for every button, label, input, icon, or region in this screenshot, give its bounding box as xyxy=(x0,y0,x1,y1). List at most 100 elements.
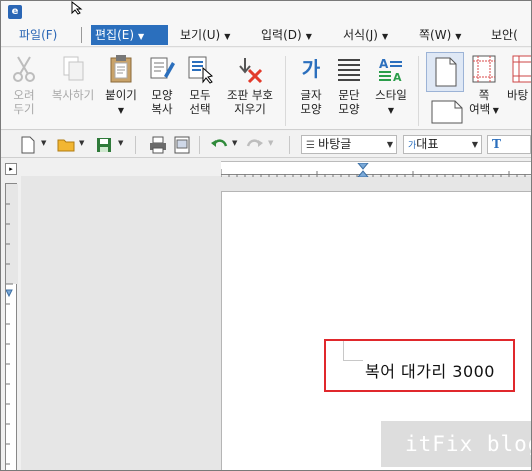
select-all-label-2: 선택 xyxy=(189,102,211,116)
menu-edit[interactable]: 편집(E) ▼ xyxy=(91,25,168,45)
standard-toolbar: ▼ ▼ ▼ ▼ ▼ ☰ 바탕글 ▼ 가대표 ▼ T xyxy=(1,131,531,158)
ribbon-divider xyxy=(418,56,419,126)
select-all-label-1: 모두 xyxy=(189,88,211,102)
open-folder-icon[interactable] xyxy=(57,136,75,154)
chevron-down-icon: ▼ xyxy=(381,32,389,41)
copy-button[interactable]: 복사하기 xyxy=(47,54,99,102)
shape-copy-label-2: 복사 xyxy=(151,102,173,116)
menu-insert[interactable]: 입력(D) ▼ xyxy=(261,25,312,45)
page-margin-label-1: 쪽 xyxy=(478,88,490,102)
menu-format[interactable]: 서식(J) ▼ xyxy=(343,25,388,45)
char-shape-button[interactable]: 가 글자 모양 xyxy=(296,54,326,116)
erase-marks-icon xyxy=(223,54,277,84)
font-select-value: 대표 xyxy=(416,137,439,151)
new-document-icon[interactable] xyxy=(21,136,35,154)
app-icon[interactable]: e xyxy=(8,5,22,19)
blog-watermark: itFix blog xyxy=(381,421,531,467)
shape-copy-label-1: 모양 xyxy=(151,88,173,102)
shape-copy-button[interactable]: 모양 복사 xyxy=(147,54,177,116)
style-select[interactable]: ☰ 바탕글 ▼ xyxy=(301,135,397,154)
chevron-down-icon[interactable]: ▼ xyxy=(138,32,144,41)
toolbar-divider xyxy=(289,136,290,154)
ruler-ticks xyxy=(5,184,18,465)
menu-bar: 파일(F) 편집(E) ▼ 보기(U) ▼ 입력(D) ▼ 서식(J) ▼ 쪽(W) ▼ … xyxy=(1,23,531,47)
menu-view[interactable]: 보기(U) ▼ xyxy=(180,25,230,45)
menu-security[interactable]: 보안( xyxy=(491,25,518,45)
style-icon: AA xyxy=(371,54,411,84)
page-icon xyxy=(435,57,457,87)
page-margin-button[interactable]: 쪽 여백 ▼ xyxy=(469,54,499,118)
erase-marks-label-1: 조판 부호 xyxy=(227,88,273,102)
erase-marks-button[interactable]: 조판 부호 지우기 xyxy=(223,54,277,116)
menu-format-label: 서식(J) xyxy=(343,28,378,42)
para-shape-label-1: 문단 xyxy=(338,88,360,102)
svg-text:A: A xyxy=(379,57,389,71)
chevron-down-icon: ▼ xyxy=(471,140,478,149)
menu-view-label: 보기(U) xyxy=(180,28,221,42)
copy-label: 복사하기 xyxy=(51,88,95,102)
ruler-ticks xyxy=(220,162,526,178)
chevron-down-icon: ▼ xyxy=(386,140,393,149)
char-shape-label-2: 모양 xyxy=(300,102,322,116)
menu-file[interactable]: 파일(F) xyxy=(19,25,57,45)
print-icon[interactable] xyxy=(149,136,167,154)
ruler-corner-button[interactable]: ▸ xyxy=(5,163,17,175)
chevron-down-icon: ▼ xyxy=(268,139,274,147)
page-background-icon xyxy=(507,54,531,84)
ribbon: 오려 두기 복사하기 붙이기 ▼ 모양 복사 모두 선택 조판 부호 지우기 가… xyxy=(1,48,531,130)
chevron-down-icon[interactable]: ▼ xyxy=(232,139,237,147)
chevron-down-icon: ▼ xyxy=(224,32,231,41)
page-landscape-icon[interactable] xyxy=(431,100,463,124)
menu-divider xyxy=(81,27,82,43)
cut-button[interactable]: 오려 두기 xyxy=(9,54,39,116)
copy-icon xyxy=(47,54,99,84)
select-all-button[interactable]: 모두 선택 xyxy=(185,54,215,116)
title-bar: e xyxy=(1,1,531,23)
char-shape-icon: 가 xyxy=(296,54,326,84)
chevron-down-icon[interactable]: ▼ xyxy=(79,139,84,147)
char-shape-label-1: 글자 xyxy=(300,88,322,102)
page-margin-icon xyxy=(469,54,499,84)
ribbon-divider xyxy=(285,56,286,126)
erase-marks-label-2: 지우기 xyxy=(234,102,266,116)
page-setup-button[interactable] xyxy=(426,52,464,92)
menu-page-label: 쪽(W) xyxy=(419,28,452,42)
chevron-down-icon: ▼ xyxy=(305,32,312,41)
undo-icon[interactable] xyxy=(210,136,228,154)
print-preview-icon[interactable] xyxy=(173,136,191,154)
vertical-ruler[interactable] xyxy=(5,183,18,470)
style-button[interactable]: AA 스타일 ▼ xyxy=(371,54,411,118)
font-face-select[interactable]: T xyxy=(487,135,531,154)
menu-page[interactable]: 쪽(W) ▼ xyxy=(419,25,461,45)
cut-label-1: 오려 xyxy=(13,88,35,102)
font-face-icon: T xyxy=(492,137,501,151)
chevron-down-icon: ▼ xyxy=(455,32,462,41)
menu-insert-label: 입력(D) xyxy=(261,28,302,42)
page-background-button[interactable]: 바탕 xyxy=(507,54,531,102)
paste-label: 붙이기 xyxy=(105,88,137,102)
horizontal-ruler[interactable] xyxy=(220,161,531,178)
cut-label-2: 두기 xyxy=(13,102,35,116)
chevron-down-icon: ▼ xyxy=(117,106,125,115)
clipboard-icon xyxy=(103,54,139,84)
app-window: e 파일(F) 편집(E) ▼ 보기(U) ▼ 입력(D) ▼ 서식(J) ▼ 쪽(W)… xyxy=(0,0,532,471)
style-select-icon: ☰ xyxy=(306,140,319,151)
redo-icon[interactable] xyxy=(246,136,264,154)
paste-button[interactable]: 붙이기 ▼ xyxy=(103,54,139,118)
char-shape-icon-text: 가 xyxy=(301,57,321,81)
save-icon[interactable] xyxy=(96,136,112,154)
para-shape-button[interactable]: 문단 모양 xyxy=(334,54,364,116)
toolbar-divider xyxy=(199,136,200,154)
document-text[interactable]: 복어 대가리 3000 xyxy=(365,358,495,382)
chevron-down-icon[interactable]: ▼ xyxy=(118,139,123,147)
scissors-icon xyxy=(9,54,39,84)
font-select[interactable]: 가대표 ▼ xyxy=(403,135,482,154)
paragraph-icon xyxy=(334,54,364,84)
mouse-pointer-icon xyxy=(71,1,83,15)
page-background-label: 바탕 xyxy=(507,88,529,102)
format-painter-icon xyxy=(147,54,177,84)
style-label: 스타일 xyxy=(375,88,407,102)
style-select-value: 바탕글 xyxy=(318,137,352,151)
select-all-icon xyxy=(185,54,215,84)
chevron-down-icon[interactable]: ▼ xyxy=(41,139,46,147)
